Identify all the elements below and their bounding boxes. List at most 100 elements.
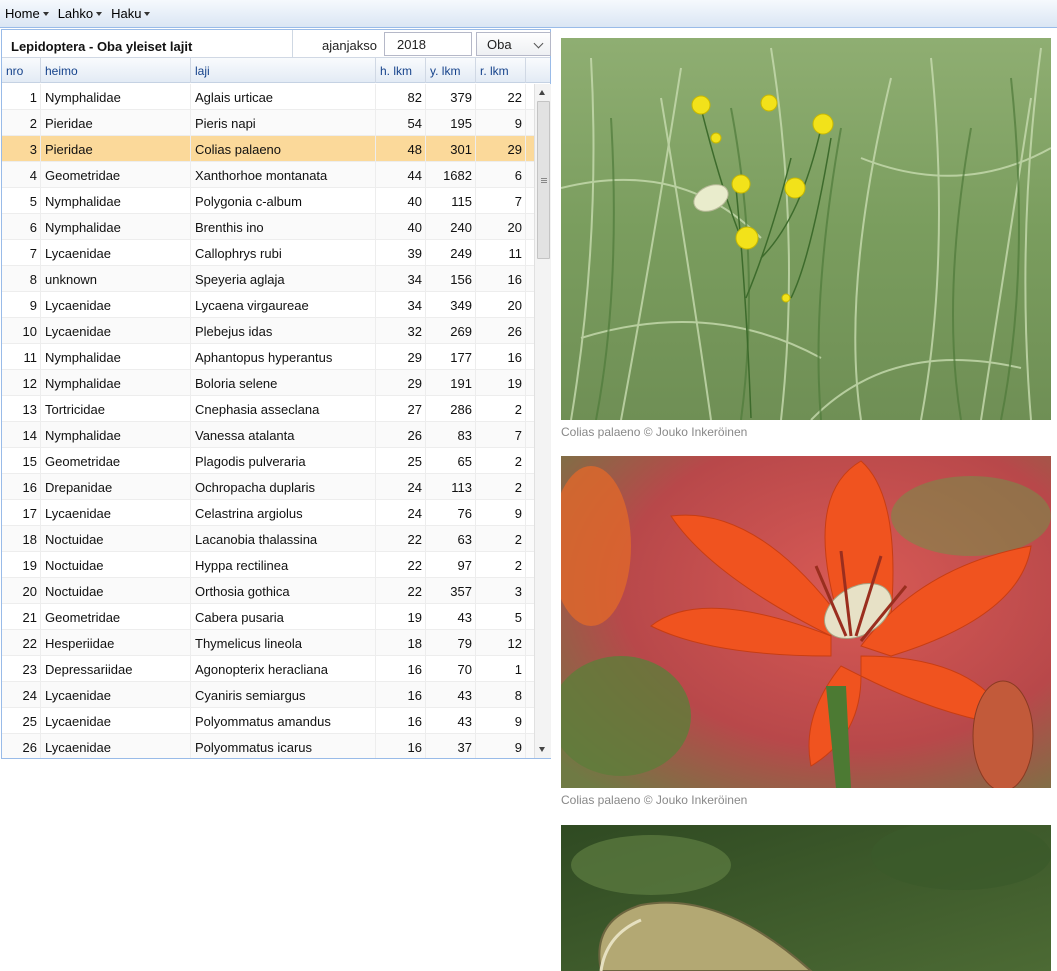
table-row[interactable]: 10 Lycaenidae Plebejus idas 32 269 26 <box>2 318 534 344</box>
cell-nro: 1 <box>2 84 41 110</box>
cell-r-lkm: 20 <box>476 214 526 240</box>
scroll-down-arrow-icon[interactable] <box>539 747 545 752</box>
location-select[interactable]: Oba <box>476 32 551 56</box>
table-row[interactable]: 8 unknown Speyeria aglaja 34 156 16 <box>2 266 534 292</box>
table-row[interactable]: 22 Hesperiidae Thymelicus lineola 18 79 12 <box>2 630 534 656</box>
column-header-heimo[interactable]: heimo <box>41 58 191 83</box>
table-row[interactable]: 15 Geometridae Plagodis pulveraria 25 65 2 <box>2 448 534 474</box>
table-row[interactable]: 9 Lycaenidae Lycaena virgaureae 34 349 20 <box>2 292 534 318</box>
cell-nro: 16 <box>2 474 41 500</box>
cell-laji: Thymelicus lineola <box>191 630 376 656</box>
cell-laji: Aglais urticae <box>191 84 376 110</box>
cell-y-lkm: 379 <box>426 84 476 110</box>
table-row[interactable]: 6 Nymphalidae Brenthis ino 40 240 20 <box>2 214 534 240</box>
cell-heimo: Lycaenidae <box>41 292 191 318</box>
cell-r-lkm: 7 <box>476 188 526 214</box>
table-row[interactable]: 19 Noctuidae Hyppa rectilinea 22 97 2 <box>2 552 534 578</box>
column-header-r-lkm[interactable]: r. lkm <box>476 58 526 83</box>
cell-r-lkm: 9 <box>476 734 526 758</box>
cell-laji: Plagodis pulveraria <box>191 448 376 474</box>
cell-h-lkm: 16 <box>376 708 426 734</box>
column-header-laji[interactable]: laji <box>191 58 376 83</box>
cell-h-lkm: 40 <box>376 188 426 214</box>
cell-heimo: Depressariidae <box>41 656 191 682</box>
cell-y-lkm: 177 <box>426 344 476 370</box>
table-row[interactable]: 4 Geometridae Xanthorhoe montanata 44 1682 6 <box>2 162 534 188</box>
menu-haku[interactable]: Haku <box>106 0 154 28</box>
cell-heimo: Nymphalidae <box>41 422 191 448</box>
cell-laji: Hyppa rectilinea <box>191 552 376 578</box>
grid-scrollbar[interactable] <box>534 84 551 758</box>
cell-nro: 25 <box>2 708 41 734</box>
photo-1-caption: Colias palaeno © Jouko Inkeröinen <box>561 425 748 439</box>
table-row[interactable]: 23 Depressariidae Agonopterix heracliana 16… <box>2 656 534 682</box>
cell-laji: Plebejus idas <box>191 318 376 344</box>
cell-y-lkm: 240 <box>426 214 476 240</box>
cell-r-lkm: 22 <box>476 84 526 110</box>
cell-nro: 4 <box>2 162 41 188</box>
table-row[interactable]: 14 Nymphalidae Vanessa atalanta 26 83 7 <box>2 422 534 448</box>
table-row[interactable]: 7 Lycaenidae Callophrys rubi 39 249 11 <box>2 240 534 266</box>
table-row[interactable]: 20 Noctuidae Orthosia gothica 22 357 3 <box>2 578 534 604</box>
cell-heimo: Geometridae <box>41 162 191 188</box>
table-row[interactable]: 11 Nymphalidae Aphantopus hyperantus 29 177 1… <box>2 344 534 370</box>
column-header-nro[interactable]: nro <box>2 58 41 83</box>
menu-home-label: Home <box>5 6 40 21</box>
cell-nro: 26 <box>2 734 41 758</box>
cell-y-lkm: 63 <box>426 526 476 552</box>
column-header-spacer <box>526 58 550 83</box>
table-row[interactable]: 17 Lycaenidae Celastrina argiolus 24 76 9 <box>2 500 534 526</box>
scroll-up-arrow-icon[interactable] <box>539 90 545 95</box>
cell-heimo: Nymphalidae <box>41 84 191 110</box>
menu-home[interactable]: Home <box>0 0 53 28</box>
cell-r-lkm: 9 <box>476 110 526 136</box>
table-row[interactable]: 3 Pieridae Colias palaeno 48 301 29 <box>2 136 534 162</box>
cell-nro: 17 <box>2 500 41 526</box>
species-photo-1 <box>561 38 1051 420</box>
cell-h-lkm: 16 <box>376 734 426 758</box>
table-row[interactable]: 5 Nymphalidae Polygonia c-album 40 115 7 <box>2 188 534 214</box>
table-row[interactable]: 26 Lycaenidae Polyommatus icarus 16 37 9 <box>2 734 534 758</box>
cell-laji: Brenthis ino <box>191 214 376 240</box>
top-menu-bar: Home Lahko Haku <box>0 0 1057 28</box>
grid-rows: 1 Nymphalidae Aglais urticae 82 379 22 2 Pierid… <box>2 84 534 758</box>
cell-heimo: Noctuidae <box>41 578 191 604</box>
cell-y-lkm: 195 <box>426 110 476 136</box>
table-row[interactable]: 1 Nymphalidae Aglais urticae 82 379 22 <box>2 84 534 110</box>
species-grid-panel: Lepidoptera - Oba yleiset lajit ajanjaks… <box>1 29 551 759</box>
cell-r-lkm: 9 <box>476 500 526 526</box>
table-row[interactable]: 12 Nymphalidae Boloria selene 29 191 19 <box>2 370 534 396</box>
chevron-down-icon <box>96 12 103 16</box>
cell-r-lkm: 20 <box>476 292 526 318</box>
cell-nro: 7 <box>2 240 41 266</box>
photo-orange-lily <box>561 456 1051 788</box>
table-row[interactable]: 13 Tortricidae Cnephasia asseclana 27 286 2 <box>2 396 534 422</box>
cell-r-lkm: 19 <box>476 370 526 396</box>
cell-h-lkm: 27 <box>376 396 426 422</box>
menu-lahko[interactable]: Lahko <box>53 0 106 28</box>
table-row[interactable]: 24 Lycaenidae Cyaniris semiargus 16 43 8 <box>2 682 534 708</box>
cell-laji: Agonopterix heracliana <box>191 656 376 682</box>
cell-y-lkm: 301 <box>426 136 476 162</box>
table-row[interactable]: 16 Drepanidae Ochropacha duplaris 24 113 2 <box>2 474 534 500</box>
cell-nro: 15 <box>2 448 41 474</box>
table-row[interactable]: 21 Geometridae Cabera pusaria 19 43 5 <box>2 604 534 630</box>
column-header-y-lkm[interactable]: y. lkm <box>426 58 476 83</box>
cell-nro: 11 <box>2 344 41 370</box>
cell-h-lkm: 32 <box>376 318 426 344</box>
year-input[interactable]: 2018 <box>384 32 472 56</box>
column-header-h-lkm[interactable]: h. lkm <box>376 58 426 83</box>
cell-nro: 8 <box>2 266 41 292</box>
cell-heimo: Geometridae <box>41 448 191 474</box>
cell-laji: Ochropacha duplaris <box>191 474 376 500</box>
table-row[interactable]: 25 Lycaenidae Polyommatus amandus 16 43 9 <box>2 708 534 734</box>
table-row[interactable]: 18 Noctuidae Lacanobia thalassina 22 63 2 <box>2 526 534 552</box>
cell-nro: 18 <box>2 526 41 552</box>
scrollbar-thumb[interactable] <box>537 101 550 259</box>
cell-h-lkm: 24 <box>376 474 426 500</box>
cell-y-lkm: 269 <box>426 318 476 344</box>
table-row[interactable]: 2 Pieridae Pieris napi 54 195 9 <box>2 110 534 136</box>
cell-y-lkm: 113 <box>426 474 476 500</box>
panel-header: Lepidoptera - Oba yleiset lajit ajanjaks… <box>2 30 551 58</box>
cell-heimo: unknown <box>41 266 191 292</box>
